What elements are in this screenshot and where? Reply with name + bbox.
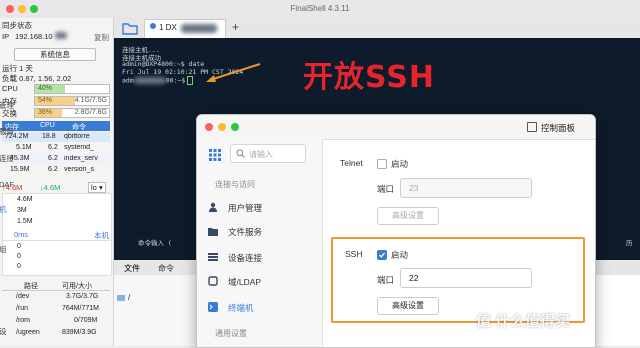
clipped-label: DAF — [0, 180, 14, 189]
system-info-button[interactable]: 系统信息 — [14, 48, 96, 61]
session-status-icon — [150, 23, 156, 29]
ssh-advanced-button[interactable]: 高级设置 — [377, 297, 439, 315]
nav-item-domain-ldap[interactable]: 域/LDAP — [204, 273, 314, 289]
dialog-title: 控制面板 — [541, 123, 576, 133]
clipped-label: 机 — [0, 204, 7, 215]
pointer-arrow-icon — [206, 63, 261, 82]
terminal-cursor — [187, 76, 194, 85]
hostname-redacted — [133, 77, 166, 84]
net-download: ↓4.6M — [40, 183, 61, 192]
terminal-line: admin@DXP4800:~$ date — [122, 60, 205, 68]
window-title: FinalShell 4.3.11 — [290, 4, 350, 13]
ssh-label: SSH — [345, 249, 363, 259]
tree-root[interactable]: / — [128, 293, 130, 302]
latency-value: 0ms — [14, 230, 29, 239]
telnet-advanced-button[interactable]: 高级设置 — [377, 207, 439, 225]
nav-section-label: 通用设置 — [215, 329, 247, 338]
copy-ip-link[interactable]: 复制 — [94, 32, 109, 43]
ip-redacted — [54, 32, 67, 39]
ssh-port-field[interactable]: 22 — [400, 268, 532, 288]
command-input-hint[interactable]: 命令输入 ( — [138, 237, 172, 247]
cpu-usage-bar: 40% — [34, 84, 110, 94]
ip-label: IP 192.168.10 — [2, 32, 67, 41]
latency-graph: 0 0 0 — [2, 240, 112, 276]
telnet-port-label: 端口 — [377, 184, 395, 194]
minimize-dialog-button[interactable] — [218, 123, 226, 131]
search-input[interactable]: 请输入 — [230, 144, 306, 163]
tab-files[interactable]: 文件 — [124, 263, 140, 274]
telnet-label: Telnet — [340, 158, 363, 168]
clipped-label: 管理 — [0, 101, 14, 110]
session-tabbar: 1 DX + — [114, 18, 640, 39]
close-dialog-button[interactable] — [205, 123, 213, 131]
new-tab-button[interactable]: + — [232, 20, 239, 34]
clipped-label: 服务 — [0, 127, 14, 136]
watermark: 值 什么值得买 — [476, 313, 571, 330]
folder-icon — [117, 295, 125, 301]
terminal-icon — [208, 302, 218, 312]
window-titlebar: FinalShell 4.3.11 — [0, 0, 640, 19]
ssh-enable-checkbox[interactable] — [377, 250, 387, 260]
tab-title-redacted — [181, 24, 217, 33]
filesystem-row: /rom 0/709M — [16, 317, 98, 324]
telnet-enable-label: 启动 — [391, 159, 409, 169]
apps-grid-icon[interactable] — [209, 149, 221, 161]
process-col-cpu[interactable]: CPU — [40, 122, 55, 129]
swap-usage-bar: 36% 2.8G/7.8G — [34, 108, 110, 118]
cpu-label: CPU — [2, 84, 18, 93]
nav-section-label: 连接与访问 — [215, 180, 255, 189]
domain-icon — [208, 276, 218, 286]
search-icon — [236, 149, 245, 158]
ssh-headline: 开放SSH — [303, 60, 435, 95]
clipped-label: 组 — [0, 244, 7, 255]
history-button[interactable]: 历 — [626, 237, 633, 247]
ssh-enable-label: 启动 — [391, 250, 409, 260]
device-icon — [208, 253, 218, 261]
process-row[interactable]: 5.1M 6.2 systemd_ — [2, 143, 110, 153]
nav-item-terminal[interactable]: 终端机 — [204, 299, 314, 315]
nav-item-device-connection[interactable]: 设备连接 — [204, 249, 314, 265]
process-row[interactable]: 45.3M 6.2 index_serv — [2, 154, 110, 164]
filesystem-row: /ugreen 839M/3.9G — [16, 329, 97, 336]
filesystem-row: /run 764M/771M — [16, 305, 99, 312]
nav-item-users[interactable]: 用户管理 — [204, 199, 314, 215]
nav-item-file-service[interactable]: 文件服务 — [204, 223, 314, 239]
system-sidebar: 同步状态 IP 192.168.10 复制 系统信息 运行 1 天 负载 0.8… — [0, 18, 114, 346]
filesystem-row: /dev 3.7G/3.7G — [16, 293, 99, 300]
process-row[interactable]: 15.9M 6.2 version_s — [2, 165, 110, 175]
process-col-command[interactable]: 命令 — [72, 122, 86, 132]
process-table-header: 内存 CPU 命令 — [2, 121, 110, 131]
dialog-nav: 请输入 连接与访问 用户管理 文件服务 设备连接 域/LDAP 终端机 通用设置 — [197, 139, 323, 347]
filesystem-header: 路径 可用/大小 — [2, 280, 110, 291]
ssh-port-label: 端口 — [377, 275, 395, 285]
folder-icon — [208, 228, 218, 236]
tab-session-1[interactable]: 1 DX — [144, 19, 226, 38]
telnet-enable-checkbox[interactable] — [377, 159, 387, 169]
terminal-prompt: adm 00:~$ — [122, 76, 194, 85]
folder-icon[interactable] — [122, 21, 138, 35]
net-interface-select[interactable]: lo ▾ — [88, 182, 106, 193]
dialog-titlebar: 控制面板 — [197, 115, 595, 140]
control-panel-icon — [527, 122, 537, 132]
load-average: 负载 0.87, 1.56, 2.02 — [2, 74, 72, 83]
user-icon — [209, 202, 217, 212]
clipped-label: 设 — [0, 326, 7, 337]
sync-status: 同步状态 — [2, 21, 32, 30]
tab-commands[interactable]: 命令 — [158, 263, 174, 274]
clipped-label: 连接 — [0, 154, 14, 163]
ip-value: 192.168.10 — [15, 32, 53, 41]
telnet-port-field[interactable]: 23 — [400, 178, 532, 198]
zoom-dialog-button[interactable] — [231, 123, 239, 131]
process-row[interactable]: 724.2M 18.8 qbittorre — [2, 132, 110, 142]
memory-usage-bar: 54% 4.1G/7.5G — [34, 96, 110, 106]
checkmark-icon — [379, 252, 385, 258]
chevron-down-icon: ▾ — [98, 183, 103, 192]
